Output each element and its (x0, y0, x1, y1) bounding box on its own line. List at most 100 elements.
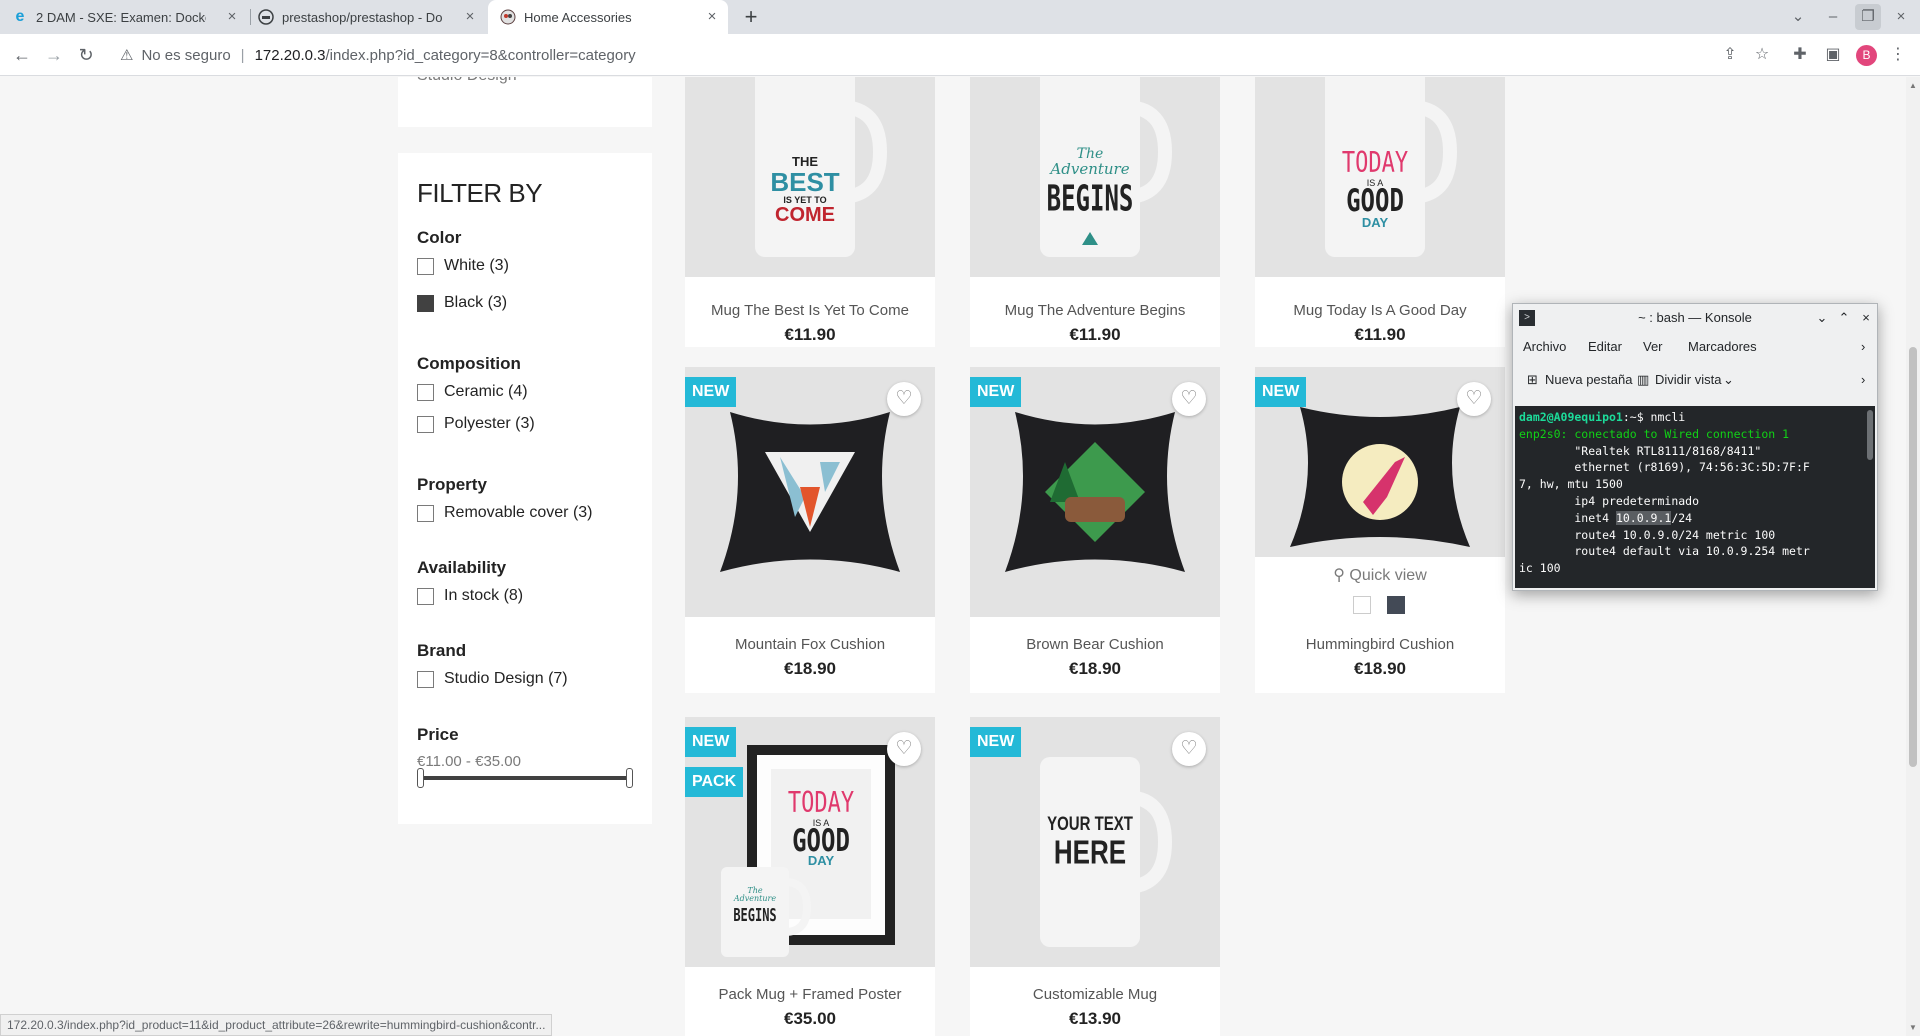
product-card-customizable-mug[interactable]: YOUR TEXT HERE NEW ♡ Customizable Mug €1… (970, 717, 1220, 1036)
nueva-pestana-button[interactable]: Nueva pestaña (1545, 372, 1632, 387)
terminal-line: 7, hw, mtu 1500 (1519, 477, 1623, 492)
product-card-adventure-begins[interactable]: The Adventure BEGINS Mug The Adventure B… (970, 77, 1220, 347)
slider-min-handle[interactable] (417, 768, 424, 788)
product-card-pack-mug-poster[interactable]: TODAY IS A GOOD DAY The Adventure BEGINS… (685, 717, 935, 1036)
url-host[interactable]: 172.20.0.3 (255, 47, 326, 64)
close-icon[interactable]: × (462, 9, 478, 25)
color-swatch-checkbox[interactable] (417, 294, 434, 312)
facet-option-polyester[interactable]: Polyester (3) (417, 415, 535, 433)
chevron-down-icon[interactable]: ⌄ (1813, 309, 1831, 327)
close-icon[interactable]: × (704, 9, 720, 25)
menu-editar[interactable]: Editar (1588, 339, 1622, 354)
menu-archivo[interactable]: Archivo (1523, 339, 1566, 354)
product-image[interactable]: TODAY IS A GOOD DAY The Adventure BEGINS… (685, 717, 935, 967)
checkbox[interactable] (417, 587, 434, 605)
checkbox[interactable] (417, 670, 434, 688)
menu-dots-icon[interactable]: ⋮ (1886, 43, 1910, 67)
scroll-up-arrow-icon[interactable]: ▲ (1909, 81, 1917, 90)
extensions-puzzle-icon[interactable]: ✚ (1788, 43, 1812, 67)
product-image[interactable]: YOUR TEXT HERE NEW ♡ (970, 717, 1220, 967)
product-image[interactable]: The Adventure BEGINS (970, 77, 1220, 277)
terminal-selection: 10.0.9.1 (1615, 510, 1672, 525)
product-name[interactable]: Hummingbird Cushion (1255, 636, 1505, 653)
slider-max-handle[interactable] (626, 768, 633, 788)
wishlist-heart-icon[interactable]: ♡ (1172, 382, 1206, 416)
brand-link[interactable]: Studio Design (417, 77, 517, 85)
profile-avatar[interactable]: B (1856, 45, 1877, 66)
product-name[interactable]: Customizable Mug (970, 986, 1220, 1003)
product-card-hummingbird-cushion[interactable]: NEW ♡ ⚲ Quick view Hummingbird Cushion €… (1255, 367, 1505, 693)
quick-view-button[interactable]: ⚲ Quick view (1255, 565, 1505, 585)
back-arrow-icon[interactable]: ← (9, 42, 35, 68)
side-panel-icon[interactable]: ▣ (1821, 43, 1845, 67)
facet-option-white[interactable]: White (3) (417, 257, 509, 275)
product-card-mountain-fox-cushion[interactable]: NEW ♡ Mountain Fox Cushion €18.90 (685, 367, 935, 693)
product-card-best-is-yet-to-come[interactable]: THE BEST IS YET TO COME Mug The Best Is … (685, 77, 935, 347)
scrollbar-thumb[interactable] (1909, 347, 1917, 767)
wishlist-heart-icon[interactable]: ♡ (887, 382, 921, 416)
product-card-brown-bear-cushion[interactable]: NEW ♡ Brown Bear Cushion €18.90 (970, 367, 1220, 693)
url-path[interactable]: /index.php?id_category=8&controller=cate… (325, 47, 635, 64)
facet-option-studio-design[interactable]: Studio Design (7) (417, 670, 568, 688)
tab-examen[interactable]: e 2 DAM - SXE: Examen: Docke × (12, 0, 248, 34)
terminal-output[interactable]: dam2@A09equipo1:~$ nmcli enp2s0: conecta… (1515, 406, 1875, 588)
new-tab-button[interactable]: + (738, 4, 764, 30)
menu-marcadores[interactable]: Marcadores (1688, 339, 1757, 354)
checkbox[interactable] (417, 383, 434, 401)
maximize-chevron-icon[interactable]: ⌃ (1835, 309, 1853, 327)
dividir-vista-button[interactable]: Dividir vista (1655, 372, 1721, 387)
chevron-right-icon[interactable]: › (1861, 339, 1865, 354)
product-name[interactable]: Mug The Adventure Begins (970, 302, 1220, 319)
close-window-icon[interactable]: × (1888, 4, 1914, 30)
wishlist-heart-icon[interactable]: ♡ (1172, 732, 1206, 766)
price-slider[interactable] (417, 768, 633, 788)
tab-search-chevron-icon[interactable]: ⌄ (1785, 4, 1811, 30)
security-label[interactable]: No es seguro (141, 47, 230, 64)
checkbox[interactable] (417, 415, 434, 433)
product-name[interactable]: Brown Bear Cushion (970, 636, 1220, 653)
color-swatch-white[interactable] (1353, 596, 1371, 614)
facet-option-in-stock[interactable]: In stock (8) (417, 587, 523, 605)
product-name[interactable]: Mountain Fox Cushion (685, 636, 935, 653)
close-icon[interactable]: × (224, 9, 240, 25)
product-name[interactable]: Pack Mug + Framed Poster (685, 986, 935, 1003)
minimize-icon[interactable]: – (1820, 4, 1846, 30)
product-image[interactable]: TODAY IS A GOOD DAY (1255, 77, 1505, 277)
facet-option-black[interactable]: Black (3) (417, 294, 507, 312)
menu-ver[interactable]: Ver (1643, 339, 1663, 354)
tab-title: prestashop/prestashop - Do (282, 9, 443, 25)
wishlist-heart-icon[interactable]: ♡ (887, 732, 921, 766)
color-swatch-black[interactable] (1387, 596, 1405, 614)
terminal-scrollbar[interactable] (1867, 410, 1873, 460)
scroll-down-arrow-icon[interactable]: ▼ (1909, 1023, 1917, 1032)
checkbox[interactable] (417, 504, 434, 522)
konsole-titlebar[interactable]: > ~ : bash — Konsole ⌄ ⌃ × (1513, 304, 1877, 332)
bookmark-star-icon[interactable]: ☆ (1750, 43, 1774, 67)
tab-prestashop-docker[interactable]: prestashop/prestashop - Do × (258, 0, 486, 34)
tab-home-accessories[interactable]: Home Accessories × (488, 0, 728, 34)
checkbox[interactable] (417, 257, 434, 275)
share-icon[interactable]: ⇪ (1718, 43, 1742, 67)
facet-option-removable-cover[interactable]: Removable cover (3) (417, 504, 593, 522)
product-image[interactable]: THE BEST IS YET TO COME (685, 77, 935, 277)
reload-icon[interactable]: ↻ (73, 42, 99, 68)
chevron-down-icon[interactable]: ⌄ (1723, 372, 1734, 388)
close-icon[interactable]: × (1857, 309, 1875, 327)
restore-icon[interactable]: ❐ (1855, 4, 1881, 30)
facet-title-composition: Composition (417, 354, 521, 373)
product-name[interactable]: Mug The Best Is Yet To Come (685, 302, 935, 319)
product-image[interactable]: NEW ♡ (970, 367, 1220, 617)
wishlist-heart-icon[interactable]: ♡ (1457, 382, 1491, 416)
product-name[interactable]: Mug Today Is A Good Day (1255, 302, 1505, 319)
address-bar[interactable]: ⚠ No es seguro | 172.20.0.3/index.php?id… (112, 39, 1732, 71)
product-image[interactable]: NEW ♡ ⚲ Quick view (1255, 367, 1505, 617)
product-image[interactable]: NEW ♡ (685, 367, 935, 617)
page-scrollbar[interactable]: ▲ ▼ (1906, 77, 1920, 1036)
chevron-right-icon[interactable]: › (1861, 372, 1865, 387)
warning-triangle-icon[interactable]: ⚠ (120, 46, 133, 64)
forward-arrow-icon[interactable]: → (41, 42, 67, 68)
terminal-line: ic 100 (1519, 561, 1561, 576)
product-card-today-is-a-good-day[interactable]: TODAY IS A GOOD DAY Mug Today Is A Good … (1255, 77, 1505, 347)
product-price: €18.90 (1069, 659, 1121, 678)
facet-option-ceramic[interactable]: Ceramic (4) (417, 383, 528, 401)
